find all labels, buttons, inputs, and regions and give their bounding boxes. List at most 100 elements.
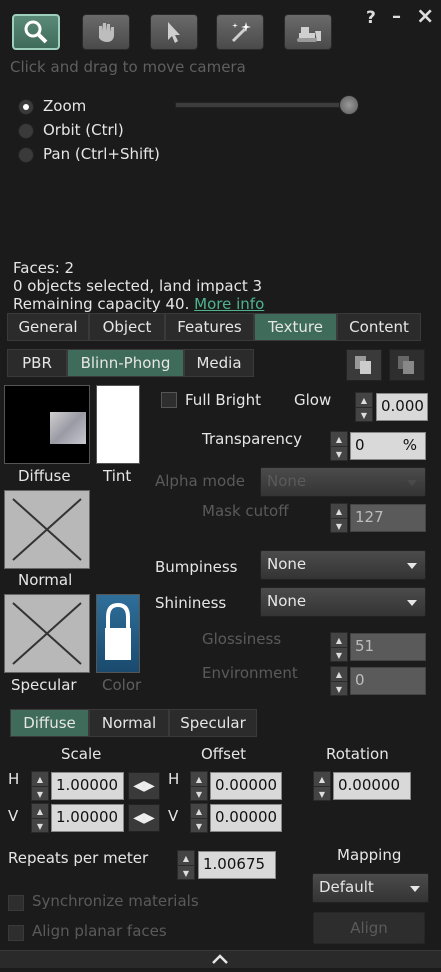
select-tool-button[interactable]	[150, 14, 198, 50]
tab-media[interactable]: Media	[184, 349, 254, 377]
flip-scale-v-button[interactable]: ◀▶	[128, 804, 160, 832]
specular-texture-swatch[interactable]	[4, 594, 90, 673]
spin-up-icon[interactable]: ▲	[191, 772, 207, 787]
spin-down-icon[interactable]: ▼	[331, 447, 347, 461]
spin-up-icon[interactable]: ▲	[314, 772, 330, 787]
glossiness-input[interactable]: 51	[350, 633, 426, 661]
offset-v-spinner[interactable]: ▲ ▼	[190, 803, 208, 833]
paste-button[interactable]	[389, 349, 425, 381]
bulldozer-icon	[297, 27, 321, 42]
glow-input[interactable]: 0.000	[376, 393, 428, 421]
mapping-value: Default	[319, 878, 374, 896]
minimize-button[interactable]: –	[392, 6, 401, 27]
glow-spinner[interactable]: ▲ ▼	[355, 392, 373, 422]
rotation-spinner[interactable]: ▲ ▼	[313, 771, 331, 801]
copy-button[interactable]	[346, 349, 382, 381]
tab-texture[interactable]: Texture	[254, 313, 337, 341]
tab-map-normal[interactable]: Normal	[89, 709, 169, 737]
tab-general[interactable]: General	[7, 313, 89, 341]
offset-v-input[interactable]: 0.00000	[210, 804, 282, 832]
full-bright-checkbox[interactable]	[161, 392, 177, 408]
create-tool-button[interactable]	[216, 14, 264, 50]
transparency-spinner[interactable]: ▲ ▼	[330, 431, 348, 461]
transparency-input[interactable]: 0 %	[350, 432, 426, 460]
zoom-slider-handle[interactable]	[339, 95, 359, 115]
alpha-mode-select[interactable]: None	[260, 467, 426, 497]
collapse-bar[interactable]	[0, 950, 441, 968]
flip-arrows-icon: ◀▶	[133, 778, 155, 794]
spin-up-icon[interactable]: ▲	[356, 393, 372, 408]
tab-map-diffuse[interactable]: Diffuse	[10, 709, 89, 737]
tab-object[interactable]: Object	[89, 313, 165, 341]
repeats-spinner[interactable]: ▲ ▼	[177, 850, 195, 880]
zoom-radio[interactable]	[18, 99, 34, 115]
repeats-per-meter-label: Repeats per meter	[8, 849, 149, 867]
spin-up-icon[interactable]: ▲	[331, 432, 347, 447]
orbit-radio[interactable]	[18, 123, 34, 139]
zoom-tool-button[interactable]	[12, 14, 60, 50]
spin-up-icon[interactable]: ▲	[191, 804, 207, 819]
land-tool-button[interactable]	[284, 14, 332, 50]
normal-label: Normal	[18, 571, 73, 589]
grab-tool-button[interactable]	[82, 14, 130, 50]
scale-v-spinner[interactable]: ▲ ▼	[31, 803, 49, 833]
chevron-down-icon	[407, 480, 417, 486]
shininess-select[interactable]: None	[260, 587, 426, 617]
selection-info: 0 objects selected, land impact 3	[13, 277, 263, 295]
spin-up-icon[interactable]: ▲	[32, 804, 48, 819]
repeats-input[interactable]: 1.00675	[198, 851, 276, 879]
normal-texture-swatch[interactable]	[4, 490, 90, 569]
help-button[interactable]: ?	[366, 8, 376, 28]
tab-content[interactable]: Content	[337, 313, 421, 341]
tint-color-swatch[interactable]	[96, 385, 140, 464]
spin-down-icon[interactable]: ▼	[178, 866, 194, 880]
tab-pbr[interactable]: PBR	[7, 349, 67, 377]
spin-down-icon[interactable]: ▼	[191, 819, 207, 833]
spin-up-icon[interactable]: ▲	[178, 851, 194, 866]
zoom-slider-track[interactable]	[175, 102, 355, 108]
mapping-select[interactable]: Default	[312, 873, 429, 903]
shininess-value: None	[267, 592, 307, 610]
transparency-unit: %	[402, 436, 417, 454]
spin-up-icon[interactable]: ▲	[331, 633, 347, 648]
chevron-up-icon	[212, 954, 228, 964]
spin-down-icon[interactable]: ▼	[32, 787, 48, 801]
spin-down-icon[interactable]: ▼	[314, 787, 330, 801]
scale-h-input[interactable]: 1.00000	[51, 772, 124, 800]
spin-down-icon[interactable]: ▼	[191, 787, 207, 801]
spin-up-icon[interactable]: ▲	[32, 772, 48, 787]
scale-v-input[interactable]: 1.00000	[51, 804, 124, 832]
scale-h-spinner[interactable]: ▲ ▼	[31, 771, 49, 801]
chevron-down-icon	[410, 886, 420, 892]
specular-label: Specular	[11, 676, 77, 694]
synchronize-materials-checkbox[interactable]	[8, 895, 24, 911]
offset-h-spinner[interactable]: ▲ ▼	[190, 771, 208, 801]
align-planar-faces-checkbox[interactable]	[8, 925, 24, 941]
flip-scale-h-button[interactable]: ◀▶	[128, 772, 160, 800]
tab-blinn-phong[interactable]: Blinn-Phong	[67, 349, 184, 377]
spin-down-icon[interactable]: ▼	[356, 408, 372, 422]
align-button[interactable]: Align	[313, 912, 425, 944]
spin-down-icon[interactable]: ▼	[331, 682, 347, 696]
glossiness-spinner[interactable]: ▲ ▼	[330, 632, 348, 662]
tab-map-specular[interactable]: Specular	[169, 709, 257, 737]
pan-radio[interactable]	[18, 147, 34, 163]
specular-color-swatch[interactable]	[96, 594, 140, 673]
chevron-down-icon	[407, 563, 417, 569]
close-button[interactable]: ×	[416, 4, 434, 29]
spin-up-icon[interactable]: ▲	[331, 504, 347, 519]
spin-down-icon[interactable]: ▼	[32, 819, 48, 833]
spin-up-icon[interactable]: ▲	[331, 667, 347, 682]
bumpiness-select[interactable]: None	[260, 550, 426, 580]
mask-cutoff-input[interactable]: 127	[350, 504, 426, 532]
mask-cutoff-spinner[interactable]: ▲ ▼	[330, 503, 348, 533]
diffuse-texture-swatch[interactable]	[4, 385, 90, 464]
spin-down-icon[interactable]: ▼	[331, 519, 347, 533]
environment-input[interactable]: 0	[350, 667, 426, 695]
spin-down-icon[interactable]: ▼	[331, 648, 347, 662]
rotation-input[interactable]: 0.00000	[333, 772, 411, 800]
more-info-link[interactable]: More info	[194, 295, 264, 313]
tab-features[interactable]: Features	[165, 313, 254, 341]
offset-h-input[interactable]: 0.00000	[210, 772, 282, 800]
environment-spinner[interactable]: ▲ ▼	[330, 666, 348, 696]
